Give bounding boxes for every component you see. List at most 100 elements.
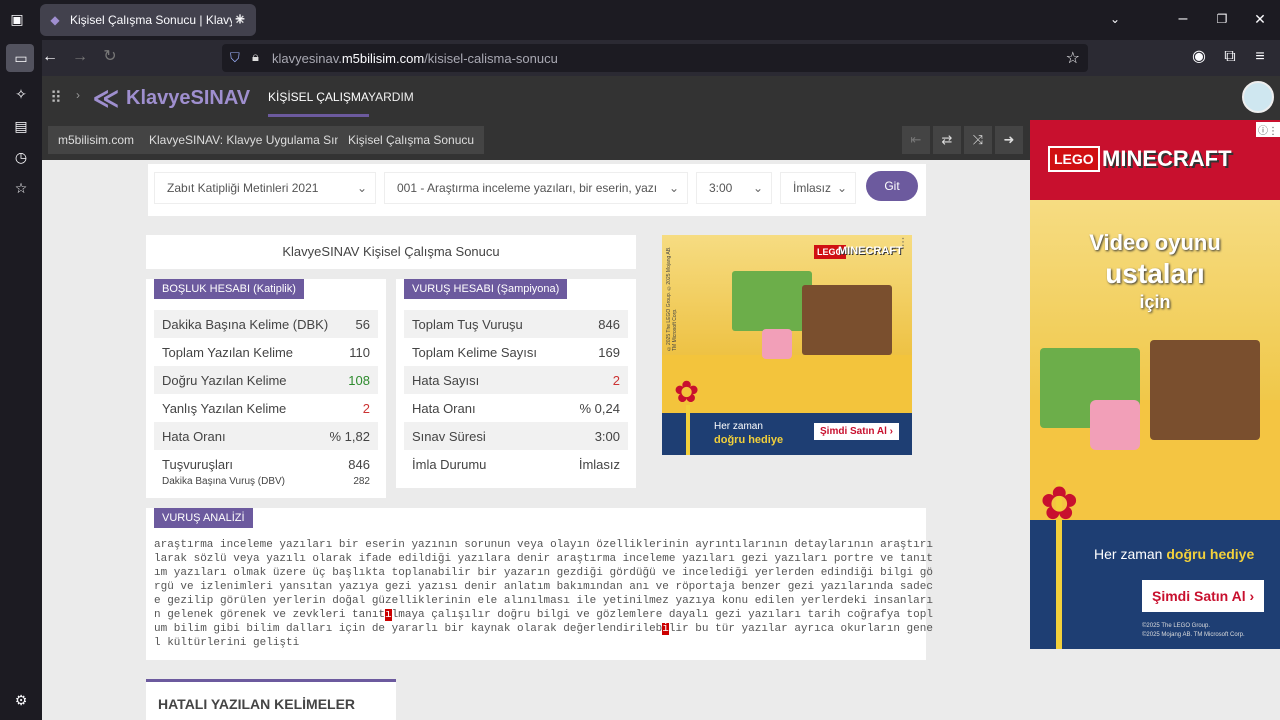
error-highlight: i [662, 623, 669, 635]
ad-buy-now-button[interactable]: Şimdi Satın Al › [814, 423, 899, 440]
bookmark-star-icon[interactable]: ☆ [1066, 48, 1080, 68]
list-item: Hata Sayısı 2 [404, 366, 628, 394]
close-window-icon[interactable]: ✕ [1249, 9, 1271, 31]
row-value: 110 [349, 344, 370, 360]
settings-gear-icon[interactable]: ⚙ [10, 690, 32, 712]
list-item: Sınav Süresi 3:00 [404, 422, 628, 450]
ad-buy-now-button[interactable]: Şimdi Satın Al › [1142, 580, 1265, 612]
logo-mark-icon: ≪ [92, 83, 120, 113]
ad-tagline: Her zaman doğru hediye [1094, 546, 1254, 562]
wrong-words-card: HATALI YAZILAN KELİMELER [146, 679, 396, 720]
row-label: Hata Oranı [162, 428, 226, 444]
result-title: KlavyeSINAV Kişisel Çalışma Sonucu [146, 235, 636, 269]
url-bar[interactable]: ⛉ 🔒︎ klavyesinav. m5bilisim.com/kisisel-c… [222, 44, 1088, 72]
shuffle-icon[interactable]: ⤨ [964, 126, 992, 154]
list-tabs-chevron-icon[interactable]: ⌄ [1104, 9, 1126, 31]
shield-icon[interactable]: ⛉ [230, 50, 240, 66]
back-arrow-icon[interactable]: ← [39, 47, 61, 69]
ad-info-icon[interactable]: ⓘ⋮ [1256, 122, 1280, 137]
lego-ad-small[interactable]: LEGO MINECRAFT ✿ Her zaman doğru hediye … [662, 235, 912, 455]
sidebar-icon: ▭ [14, 50, 28, 66]
list-item: Toplam Tuş Vuruşu 846 [404, 310, 628, 338]
tab-overview-icon[interactable]: ▣ [6, 9, 28, 31]
keystroke-calculation-card: VURUŞ HESABI (Şampiyona) Toplam Tuş Vuru… [396, 279, 636, 488]
row-value: İmlasız [578, 456, 620, 472]
row-label: Dakika Başına Kelime (DBK) [162, 316, 329, 332]
ad-tagline-2: doğru hediye [1166, 546, 1255, 562]
ad-headline-1: Video oyunu [1089, 230, 1221, 255]
go-button[interactable]: Git [866, 171, 918, 201]
extensions-icon[interactable]: ⧉ [1219, 47, 1241, 69]
ad-tagline-1: Her zaman [714, 421, 763, 432]
duration-select[interactable]: 3:00 ⌄ [696, 172, 772, 204]
star-icon[interactable]: ☆ [10, 178, 32, 200]
next-arrow-icon[interactable]: ➜ [995, 126, 1023, 154]
chevron-down-icon: ⌄ [668, 181, 679, 195]
list-item: Toplam Yazılan Kelime 110 [154, 338, 378, 366]
filter-bar: Zabıt Katipliği Metinleri 2021 ⌄ 001 - Ar… [148, 164, 926, 216]
ad-legal-1: ©2025 The LEGO Group. [1142, 623, 1211, 629]
breadcrumb-current[interactable]: Kişisel Çalışma Sonucu [338, 126, 485, 154]
breadcrumb-exam[interactable]: KlavyeSINAV: Klavye Uygulama Sınavı [139, 126, 368, 154]
lock-icon[interactable]: 🔒︎ [252, 49, 259, 65]
row-label: Hata Sayısı [412, 372, 480, 388]
keys-rows: Toplam Tuş Vuruşu 846 Toplam Kelime Sayıs… [404, 310, 628, 478]
row-value: 846 [598, 316, 620, 332]
breadcrumb-home[interactable]: m5bilisim.com [48, 126, 145, 154]
category-select-value: Zabıt Katipliği Metinleri 2021 [167, 181, 319, 195]
history-icon[interactable]: ◷ [10, 147, 32, 169]
avatar[interactable] [1242, 81, 1274, 113]
ai-sparkle-icon[interactable]: ✧ [10, 84, 32, 106]
ad-ribbon [686, 405, 690, 455]
site-header: ⠿ › ≪ KlavyeSINAV KİŞİSEL ÇALIŞMA YARDIM [42, 76, 1280, 120]
repeat-icon[interactable]: ⇄ [933, 126, 961, 154]
row-value: % 1,82 [329, 428, 370, 444]
browser-tab[interactable]: ◆ Kişisel Çalışma Sonucu | KlavyeSİ ✕ [40, 4, 256, 36]
ad-headline-3: için [1139, 292, 1171, 312]
gap-title-badge: BOŞLUK HESABI (Katiplik) [154, 279, 304, 299]
bookmarks-icon[interactable]: ▤ [10, 116, 32, 138]
gap-calculation-card: BOŞLUK HESABI (Katiplik) Dakika Başına K… [146, 279, 386, 498]
row-label: Tuşvuruşları [162, 457, 234, 472]
ad-lego-set-image [732, 271, 812, 331]
row-label: Dakika Başına Vuruş (DBV) [162, 475, 286, 487]
row-label: Yanlış Yazılan Kelime [162, 400, 287, 416]
ad-tagline-2: doğru hediye [714, 434, 784, 446]
maximize-icon[interactable]: ❐ [1211, 9, 1233, 31]
chevron-right-icon: › [76, 88, 80, 102]
row-label: Hata Oranı [412, 400, 476, 416]
nav-personal-study[interactable]: KİŞİSEL ÇALIŞMA [268, 90, 369, 117]
ad-legal-text: ©2025 The LEGO Group. ©2025 Mojang AB. TM… [1142, 622, 1245, 640]
menu-icon[interactable]: ≡ [1249, 47, 1271, 69]
ad-options-icon[interactable]: ⋮ [898, 237, 908, 248]
row-label: Toplam Yazılan Kelime [162, 344, 294, 360]
list-item: Doğru Yazılan Kelime 108 [154, 366, 378, 394]
spelling-select[interactable]: İmlasız ⌄ [780, 172, 856, 204]
row-label: Toplam Kelime Sayısı [412, 344, 537, 360]
minimize-icon[interactable]: – [1172, 9, 1194, 31]
url-path: /kisisel-calisma-sonucu [424, 50, 558, 66]
keystroke-analysis-card: VURUŞ ANALİZİ araştırma inceleme yazılar… [146, 508, 933, 660]
site-logo[interactable]: ≪ KlavyeSINAV [92, 84, 250, 112]
ad-axolotl-figure [762, 329, 792, 359]
apps-grid-icon[interactable]: ⠿ [50, 88, 62, 108]
row-value: 846 [348, 457, 370, 472]
ad-legal-2: ©2025 Mojang AB. TM Microsoft Corp. [1142, 632, 1245, 638]
category-select[interactable]: Zabıt Katipliği Metinleri 2021 ⌄ [154, 172, 376, 204]
list-item: İmla Durumu İmlasız [404, 450, 628, 478]
lego-ad-large[interactable]: LEGO MINECRAFT Video oyunu ustaları için… [1030, 120, 1280, 649]
breadcrumb: m5bilisim.com KlavyeSINAV: Klavye Uygula… [42, 120, 1030, 160]
account-icon[interactable]: ◉ [1188, 47, 1210, 69]
new-tab-icon[interactable]: + [229, 9, 251, 31]
prev-arrow-icon[interactable]: ⇤ [902, 126, 930, 154]
reload-icon[interactable]: ↻ [99, 47, 121, 69]
url-prefix: klavyesinav. [272, 50, 342, 66]
forward-arrow-icon[interactable]: → [69, 47, 91, 69]
nav-help[interactable]: YARDIM [368, 90, 414, 104]
list-item: Yanlış Yazılan Kelime 2 [154, 394, 378, 422]
ad-lego-set-image-2 [1150, 340, 1260, 440]
row-value: 169 [598, 344, 620, 360]
text-select[interactable]: 001 - Araştırma inceleme yazıları, bir e… [384, 172, 688, 204]
ad-axolotl-figure [1090, 400, 1140, 450]
ad-ribbon-bow-icon: ✿ [1040, 477, 1079, 529]
